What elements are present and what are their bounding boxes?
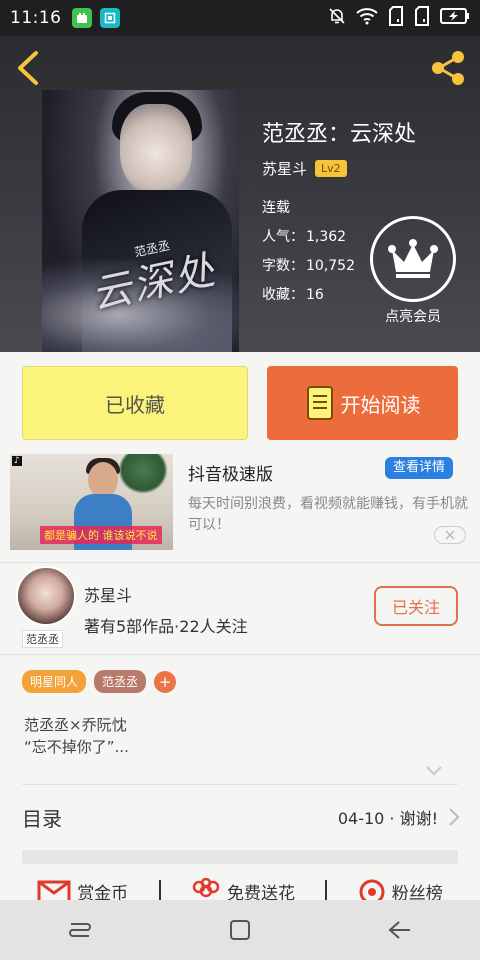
chevron-down-icon	[426, 766, 442, 776]
collected-label: 已收藏	[105, 392, 165, 417]
tag-list: 明星同人 范丞丞 +	[22, 670, 177, 693]
add-tag-button[interactable]: +	[154, 670, 177, 693]
stat-popularity: 人气： 1,362	[262, 229, 347, 245]
ad-title: 抖音极速版	[188, 465, 273, 485]
recents-icon	[69, 923, 91, 937]
separator	[158, 880, 161, 902]
book-header: 范丞丞 云深处 范丞丞：云深处 苏星斗 Lv2 连载 人气： 1,362 字数： 1…	[0, 36, 480, 352]
book-author-row: 苏星斗 Lv2	[262, 158, 347, 179]
ad-thumb-plant	[118, 454, 168, 494]
close-icon	[445, 530, 455, 540]
battery-charging-icon	[440, 7, 470, 29]
avatar-tag: 范丞丞	[22, 630, 63, 648]
toc-label: 目录	[22, 806, 62, 831]
stat-favorites: 收藏： 16	[262, 287, 324, 303]
ad-thumb-head	[88, 462, 118, 498]
wifi-icon	[356, 7, 378, 30]
ad-thumb-caption: 都是骗人的 谁该说不说	[40, 526, 162, 544]
sim2-icon	[414, 5, 430, 31]
back-button[interactable]	[14, 50, 44, 86]
status-bar: 11:16	[0, 0, 480, 36]
collected-button[interactable]: 已收藏	[22, 366, 248, 440]
book-icon	[306, 386, 333, 420]
home-icon	[230, 920, 250, 940]
book-status: 连载	[262, 200, 290, 216]
divider	[0, 654, 480, 655]
ad-close-button[interactable]	[434, 526, 466, 544]
app-notification-icon	[71, 8, 92, 28]
ad-thumbnail[interactable]: ♪ 都是骗人的 谁该说不说	[10, 454, 173, 550]
sim1-icon	[388, 5, 404, 31]
crown-icon	[388, 239, 438, 278]
vip-label: 点亮会员	[385, 309, 441, 325]
table-of-contents-row[interactable]: 目录 04-10 · 谢谢!	[22, 786, 460, 848]
follow-button[interactable]: 已关注	[374, 586, 458, 626]
divider	[0, 562, 480, 563]
ad-details-button[interactable]: 查看详情	[385, 457, 453, 479]
mute-icon	[328, 7, 346, 30]
description-line: 范丞丞×乔阮忱	[24, 716, 127, 734]
share-button[interactable]	[428, 48, 468, 88]
back-nav-button[interactable]	[380, 910, 420, 950]
stat-words: 字数： 10,752	[262, 258, 355, 274]
book-stats: 连载 人气： 1,362 字数： 10,752 收藏： 16	[262, 194, 355, 310]
ad-banner[interactable]: ♪ 都是骗人的 谁该说不说 抖音极速版 查看详情 每天时间别浪费，看视频就能赚钱…	[10, 454, 472, 552]
screenshot-notification-icon	[99, 8, 120, 28]
author-avatar[interactable]	[16, 566, 76, 626]
recent-apps-button[interactable]	[60, 910, 100, 950]
start-reading-label: 开始阅读	[340, 392, 421, 417]
expand-description-button[interactable]	[424, 762, 444, 776]
chevron-right-icon	[449, 808, 460, 826]
share-icon	[432, 51, 464, 85]
vip-ring	[370, 216, 456, 302]
divider	[22, 784, 458, 785]
book-title: 范丞丞：云深处	[262, 122, 417, 147]
book-author[interactable]: 苏星斗	[262, 158, 307, 179]
home-button[interactable]	[220, 910, 260, 950]
section-separator	[22, 850, 458, 864]
cover-art-face	[120, 104, 192, 194]
back-arrow-icon	[388, 921, 410, 939]
start-reading-button[interactable]: 开始阅读	[267, 366, 458, 440]
description-line: “忘不掉你了”...	[24, 738, 129, 756]
tiktok-logo-icon: ♪	[12, 456, 22, 466]
author-level-badge: Lv2	[315, 160, 347, 177]
author-meta: 著有5部作品·22人关注	[84, 617, 248, 636]
tag-item[interactable]: 明星同人	[22, 670, 87, 693]
book-cover[interactable]: 范丞丞 云深处	[42, 90, 239, 352]
status-time: 11:16	[10, 8, 62, 28]
vip-button[interactable]: 点亮会员	[370, 216, 456, 326]
toc-latest-chapter: 04-10 · 谢谢!	[337, 809, 438, 828]
tag-item[interactable]: 范丞丞	[94, 670, 147, 693]
system-nav-bar	[0, 900, 480, 960]
ad-description: 每天时间别浪费，看视频就能赚钱，有手机就可以！	[188, 496, 468, 533]
book-description: 范丞丞×乔阮忱 “忘不掉你了”...	[24, 714, 129, 758]
separator	[325, 880, 328, 902]
author-name[interactable]: 苏星斗	[84, 582, 132, 606]
